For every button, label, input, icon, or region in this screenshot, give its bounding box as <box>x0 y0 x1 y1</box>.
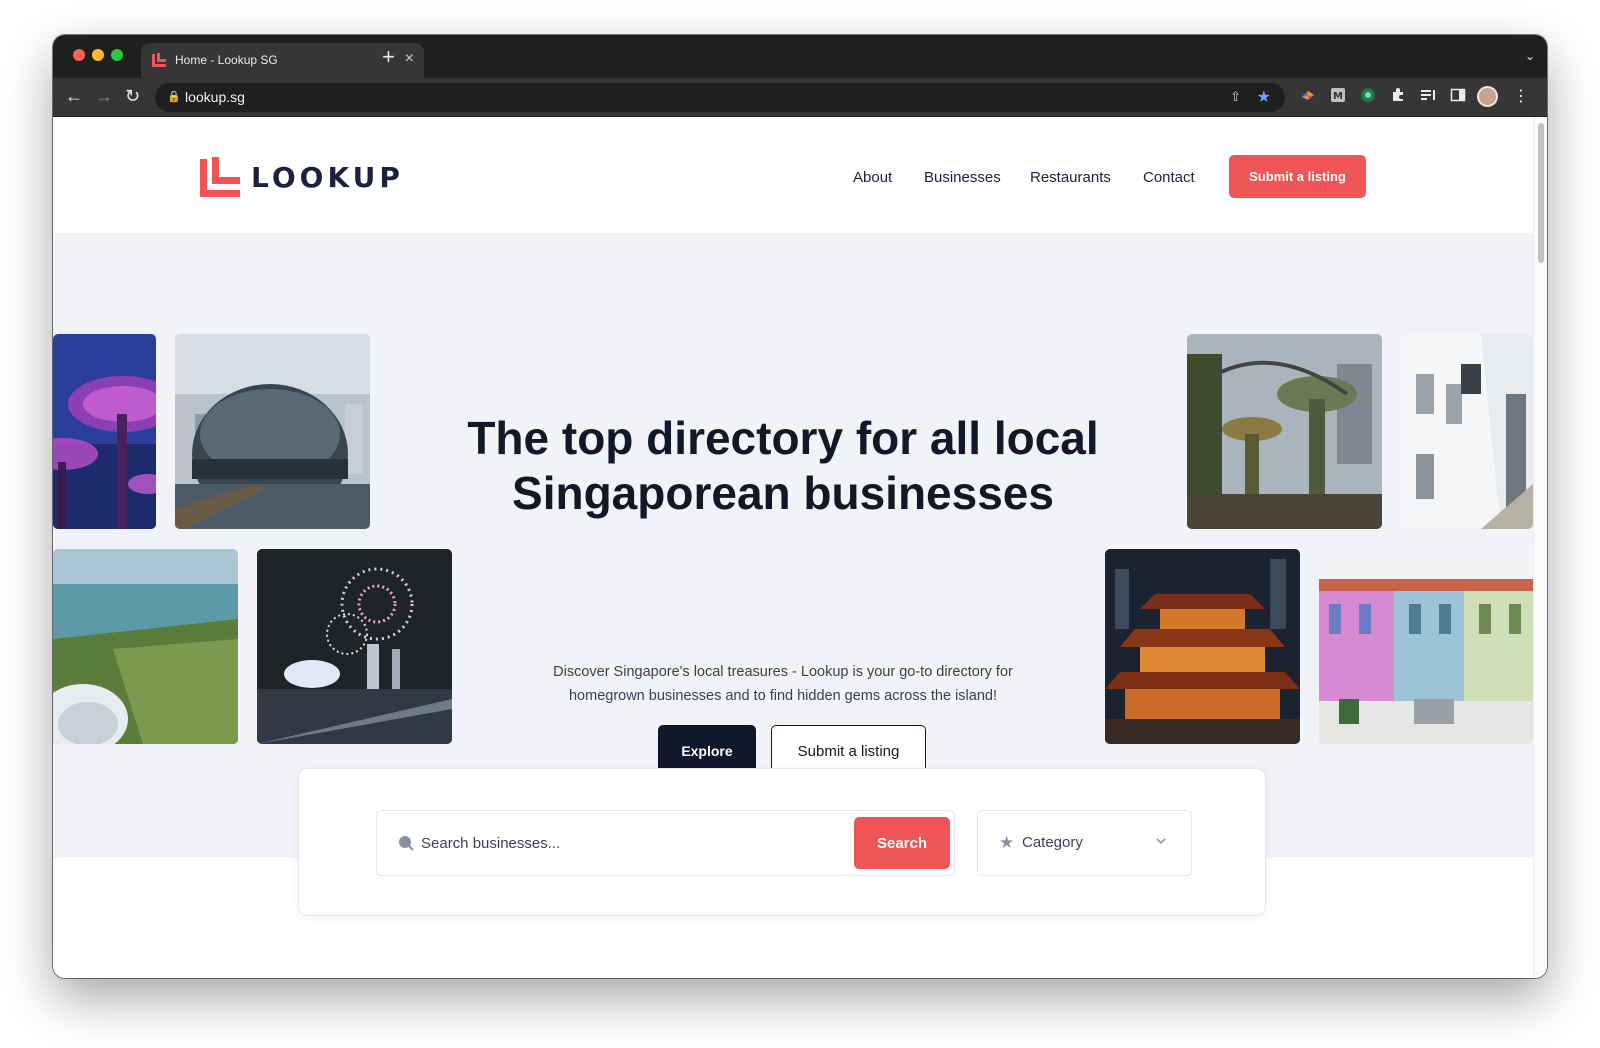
lookup-favicon-icon <box>152 53 166 67</box>
hero-subtitle-line-2: homegrown businesses and to find hidden … <box>568 688 997 704</box>
colorful-shophouses-photo <box>1319 549 1533 744</box>
more-menu-icon[interactable]: ⋮ <box>1513 86 1529 106</box>
search-input[interactable] <box>421 829 841 857</box>
page-scrollbar[interactable] <box>1533 117 1547 978</box>
marina-bay-aerial-photo <box>53 549 238 744</box>
supertrees-night-photo <box>53 334 156 529</box>
site-header: LOOKUP About Businesses Restaurants Cont… <box>53 117 1533 233</box>
hero-title-line-2: Singaporean businesses <box>512 467 1054 519</box>
minimize-window-button[interactable] <box>92 49 104 61</box>
svg-text:M: M <box>1333 91 1343 102</box>
tab-search-chevron-icon[interactable]: ⌄ <box>1525 49 1535 63</box>
submit-listing-header-button[interactable]: Submit a listing <box>1229 155 1366 198</box>
extensions-puzzle-icon[interactable] <box>1389 87 1407 105</box>
lock-icon[interactable]: 🔒 <box>167 90 181 103</box>
browser-window: Home - Lookup SG × + ⌄ ← → ↻ 🔒 lookup.sg… <box>53 35 1547 978</box>
search-icon <box>399 836 414 851</box>
hero-title: The top directory for all local Singapor… <box>413 411 1153 521</box>
buddha-tooth-temple-photo <box>1105 549 1300 744</box>
hero-title-line-1: The top directory for all local <box>467 412 1099 464</box>
bookmark-star-icon[interactable]: ★ <box>1257 87 1271 107</box>
nav-restaurants-link[interactable]: Restaurants <box>1030 169 1111 186</box>
browser-toolbar: ← → ↻ 🔒 lookup.sg ⇧ ★ M ⋮ <box>53 78 1547 117</box>
nav-contact-link[interactable]: Contact <box>1143 169 1195 186</box>
profile-avatar[interactable] <box>1477 86 1498 107</box>
maximize-window-button[interactable] <box>111 49 123 61</box>
close-window-button[interactable] <box>73 49 85 61</box>
address-bar[interactable]: 🔒 lookup.sg ⇧ ★ <box>155 83 1285 112</box>
hero-section: The top directory for all local Singapor… <box>53 233 1533 858</box>
chevron-down-icon <box>1156 838 1166 845</box>
page-viewport: LOOKUP About Businesses Restaurants Cont… <box>53 117 1533 978</box>
extension-colorful-icon[interactable] <box>1299 87 1317 105</box>
apple-marina-bay-sphere-photo <box>175 334 370 529</box>
nav-businesses-link[interactable]: Businesses <box>924 169 1001 186</box>
tab-close-icon[interactable]: × <box>405 49 414 69</box>
extension-green-icon[interactable] <box>1359 87 1377 105</box>
tab-strip: Home - Lookup SG × + ⌄ <box>53 35 1547 78</box>
url-text[interactable]: lookup.sg <box>185 89 245 105</box>
hero-subtitle: Discover Singapore's local treasures - L… <box>493 660 1073 708</box>
side-panel-icon[interactable] <box>1449 87 1467 105</box>
star-icon: ★ <box>999 833 1015 852</box>
shophouse-street-photo <box>1401 334 1533 529</box>
tab-title: Home - Lookup SG <box>175 53 278 67</box>
forward-arrow-icon[interactable]: → <box>95 86 113 106</box>
back-arrow-icon[interactable]: ← <box>65 86 83 106</box>
new-tab-button[interactable]: + <box>382 46 395 68</box>
gardens-by-the-bay-photo <box>1187 334 1382 529</box>
reload-icon[interactable]: ↻ <box>125 86 140 106</box>
search-panel: Search ★ Category <box>298 768 1266 916</box>
hero-subtitle-line-1: Discover Singapore's local treasures - L… <box>553 664 1013 680</box>
search-field[interactable]: Search <box>376 810 955 876</box>
lookup-logo-icon[interactable] <box>199 156 241 198</box>
brand-logo-text[interactable]: LOOKUP <box>251 161 404 194</box>
reading-list-icon[interactable] <box>1419 87 1437 105</box>
category-label: Category <box>1022 834 1083 851</box>
search-button[interactable]: Search <box>854 817 950 869</box>
category-dropdown[interactable]: ★ Category <box>977 810 1192 876</box>
share-icon[interactable]: ⇧ <box>1230 89 1241 105</box>
extension-m-icon[interactable]: M <box>1329 87 1347 105</box>
fireworks-artscience-photo <box>257 549 452 744</box>
scrollbar-thumb[interactable] <box>1538 123 1544 263</box>
nav-about-link[interactable]: About <box>853 169 892 186</box>
